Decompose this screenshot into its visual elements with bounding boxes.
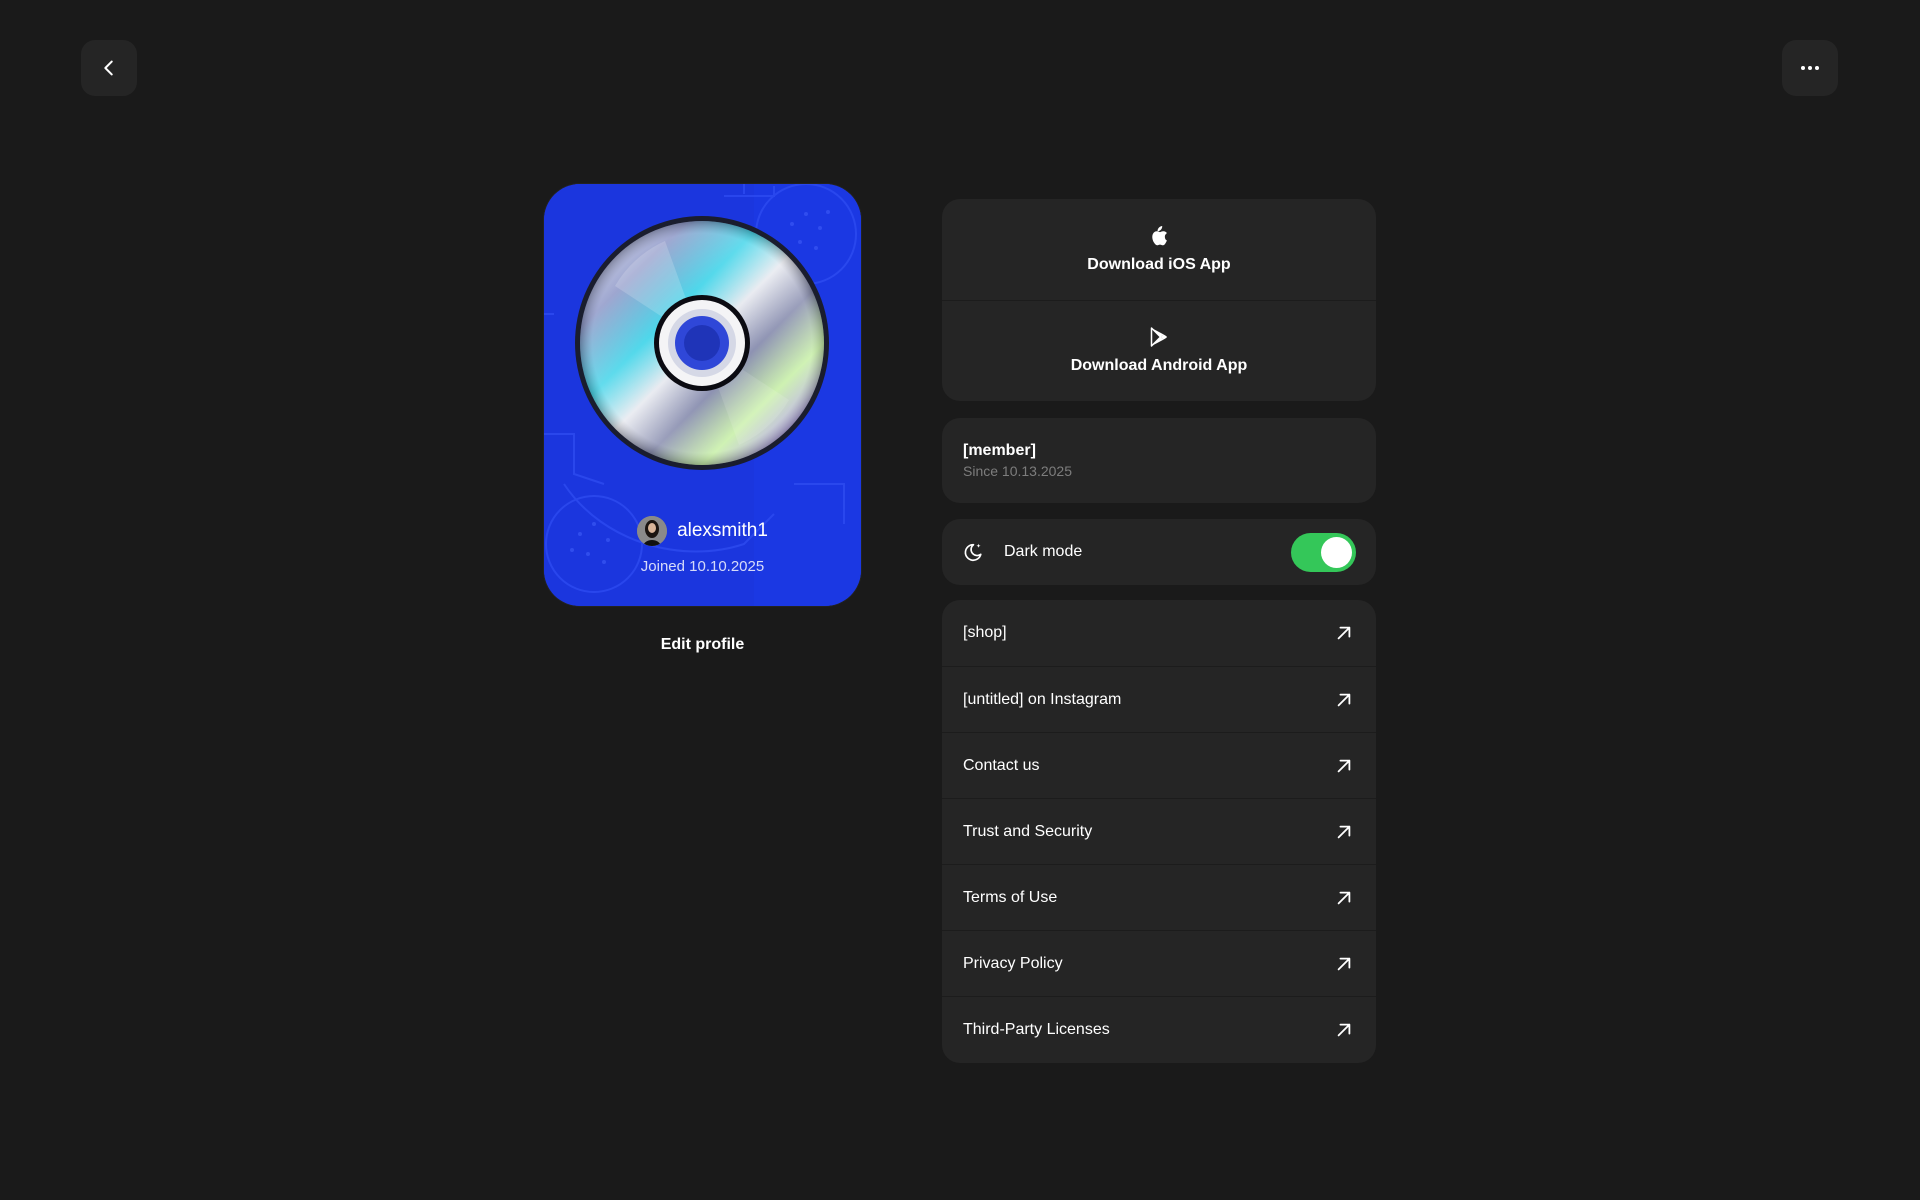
- membership-title: [member]: [963, 442, 1036, 459]
- dark-mode-toggle[interactable]: [1291, 532, 1356, 572]
- link-label: Trust and Security: [963, 822, 1093, 840]
- link-shop[interactable]: [shop]: [942, 600, 1376, 666]
- app-download-panel: Download iOS App Download Android App: [942, 199, 1376, 401]
- cd-disc-image: [575, 216, 829, 470]
- link-label: Privacy Policy: [963, 954, 1063, 972]
- arrow-up-right-icon: [1337, 693, 1351, 706]
- apple-icon: [1152, 225, 1167, 245]
- dark-mode-label: Dark mode: [1004, 543, 1083, 560]
- link-label: Contact us: [963, 756, 1040, 774]
- membership-since: Since 10.13.2025: [963, 463, 1072, 479]
- dark-mode-row: Dark mode: [942, 519, 1376, 585]
- avatar: [637, 516, 668, 546]
- google-play-icon: [1150, 327, 1167, 347]
- avatar-image: [637, 516, 668, 546]
- membership-panel: [member] Since 10.13.2025: [942, 418, 1376, 503]
- link-label: [untitled] on Instagram: [963, 690, 1122, 708]
- arrow-up-right-icon: [1337, 626, 1351, 640]
- download-ios-label: Download iOS App: [1087, 255, 1231, 273]
- link-contact-us[interactable]: Contact us: [942, 732, 1376, 798]
- download-ios-button[interactable]: Download iOS App: [942, 199, 1376, 300]
- link-terms-of-use[interactable]: Terms of Use: [942, 864, 1376, 930]
- toggle-knob: [1321, 536, 1352, 568]
- links-panel: [shop] [untitled] on Instagram Contact u…: [942, 600, 1376, 1063]
- download-android-label: Download Android App: [1070, 357, 1248, 374]
- more-options-button[interactable]: [1782, 40, 1838, 96]
- link-third-party-licenses[interactable]: Third-Party Licenses: [942, 996, 1376, 1062]
- arrow-up-right-icon: [1337, 759, 1351, 772]
- username: alexsmith1: [677, 520, 768, 541]
- arrow-up-right-icon: [1337, 957, 1351, 970]
- chevron-left-icon: [104, 60, 113, 76]
- link-trust-security[interactable]: Trust and Security: [942, 798, 1376, 864]
- link-label: [shop]: [963, 624, 1007, 641]
- moon-stars-icon: [964, 543, 982, 562]
- joined-date: Joined 10.10.2025: [640, 558, 765, 575]
- edit-profile-button[interactable]: Edit profile: [544, 636, 861, 654]
- link-label: Third-Party Licenses: [963, 1020, 1110, 1038]
- link-label: Terms of Use: [963, 888, 1058, 906]
- profile-card: alexsmith1 Joined 10.10.2025: [544, 184, 861, 606]
- link-instagram[interactable]: [untitled] on Instagram: [942, 666, 1376, 732]
- back-button[interactable]: [81, 40, 137, 96]
- arrow-up-right-icon: [1337, 891, 1351, 904]
- card-user-row: alexsmith1: [544, 516, 861, 546]
- arrow-up-right-icon: [1337, 1023, 1351, 1036]
- link-privacy-policy[interactable]: Privacy Policy: [942, 930, 1376, 996]
- arrow-up-right-icon: [1337, 825, 1351, 838]
- download-android-button[interactable]: Download Android App: [942, 300, 1376, 401]
- more-horizontal-icon: [1801, 66, 1819, 70]
